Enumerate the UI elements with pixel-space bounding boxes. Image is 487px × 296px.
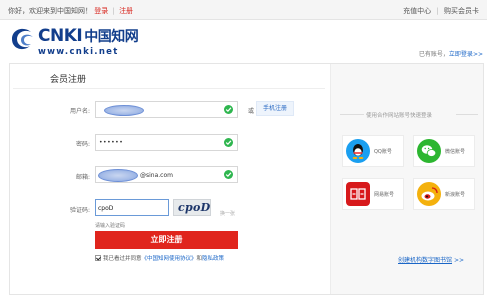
or-text: 或 <box>248 108 255 115</box>
captcha-refresh-link[interactable]: 换一张 <box>220 210 235 217</box>
weibo-icon <box>417 182 441 206</box>
cnki-logo[interactable]: CNKI 中国知网 www.cnki.net <box>10 26 139 60</box>
qq-icon <box>346 139 370 163</box>
top-right-separator: | <box>436 7 439 15</box>
captcha-hint: 请输入验证码 <box>95 223 126 229</box>
privacy-link[interactable]: 隐私政策 <box>202 256 224 262</box>
captcha-image-text: cpoD <box>178 201 211 214</box>
digital-library-arrow: >> <box>453 257 464 264</box>
create-digital-library-link[interactable]: 创建机构数字图书馆 >> <box>398 255 464 264</box>
weibo-login-button[interactable]: 新浪账号 <box>413 178 475 210</box>
username-valid-icon <box>224 105 233 114</box>
logo-cnki-text: CNKI <box>38 26 83 46</box>
email-label: 邮箱: <box>75 174 90 181</box>
password-value: •••••• <box>99 139 124 146</box>
login-now-link[interactable]: 立即登录 <box>449 51 473 58</box>
captcha-label: 验证码: <box>69 207 90 214</box>
digital-library-text: 创建机构数字图书馆 <box>398 257 453 264</box>
email-value: @sina.com <box>140 172 173 179</box>
page-title: 会员注册 <box>50 75 87 85</box>
username-redaction <box>104 105 144 116</box>
login-prompt-text: 已有账号， <box>418 51 449 58</box>
email-valid-icon <box>224 170 233 179</box>
logo-emblem-icon <box>12 28 33 50</box>
buy-card-link[interactable]: 购买会员卡 <box>444 7 479 15</box>
login-link[interactable]: 登录 <box>94 7 108 15</box>
title-divider <box>13 88 325 89</box>
qq-login-label: QQ账号 <box>374 149 392 155</box>
wechat-login-label: 微信账号 <box>445 149 466 155</box>
logo-wordmark: CNKI 中国知网 <box>38 26 139 46</box>
netease-login-button[interactable]: 网易账号 <box>342 178 404 210</box>
password-valid-icon <box>224 138 233 147</box>
password-field[interactable]: •••••• <box>95 134 238 151</box>
recharge-link[interactable]: 充值中心 <box>403 7 431 15</box>
top-bar: 你好，欢迎来到中国知网！ 登录 | 注册 充值中心 | 购买会员卡 <box>0 0 487 20</box>
side-title-line-right <box>456 114 478 115</box>
password-label: 密码: <box>75 141 90 148</box>
login-arrow: >> <box>472 51 483 58</box>
third-party-title: 使用合作网站账号快速登录 <box>366 113 433 119</box>
captcha-value: cpoD <box>98 205 114 212</box>
weibo-login-label: 新浪账号 <box>445 192 466 198</box>
login-prompt: 已有账号，立即登录>> <box>419 49 483 58</box>
register-link[interactable]: 注册 <box>119 7 133 15</box>
greeting-text: 你好，欢迎来到中国知网！ <box>8 7 92 15</box>
register-submit-button[interactable]: 立即注册 <box>95 231 238 249</box>
qq-login-button[interactable]: QQ账号 <box>342 135 404 167</box>
logo-chinese-text: 中国知网 <box>84 29 139 45</box>
netease-icon <box>346 182 370 206</box>
netease-login-label: 网易账号 <box>374 192 395 198</box>
email-redaction <box>98 169 138 182</box>
top-separator: | <box>112 7 115 15</box>
captcha-image[interactable]: cpoD <box>173 199 211 216</box>
phone-register-button[interactable]: 手机注册 <box>256 101 294 116</box>
terms-link[interactable]: 《中国知网使用协议》 <box>142 256 197 262</box>
agree-text: 我已看过并同意 <box>103 256 142 262</box>
side-title-line-left <box>340 114 364 115</box>
greeting-area: 你好，欢迎来到中国知网！ 登录 | 注册 <box>8 6 133 16</box>
logo-url-text: www.cnki.net <box>38 47 119 57</box>
username-field[interactable] <box>95 101 238 118</box>
agreement-row: 我已看过并同意《中国知网使用协议》和隐私政策 <box>95 254 224 262</box>
wechat-icon <box>417 139 441 163</box>
wechat-login-button[interactable]: 微信账号 <box>413 135 475 167</box>
email-field[interactable]: @sina.com <box>95 166 238 183</box>
captcha-input[interactable]: cpoD <box>95 199 169 216</box>
username-label: 用户名: <box>69 108 90 115</box>
top-right-links: 充值中心 | 购买会员卡 <box>403 6 479 16</box>
agree-checkbox[interactable] <box>95 255 101 261</box>
